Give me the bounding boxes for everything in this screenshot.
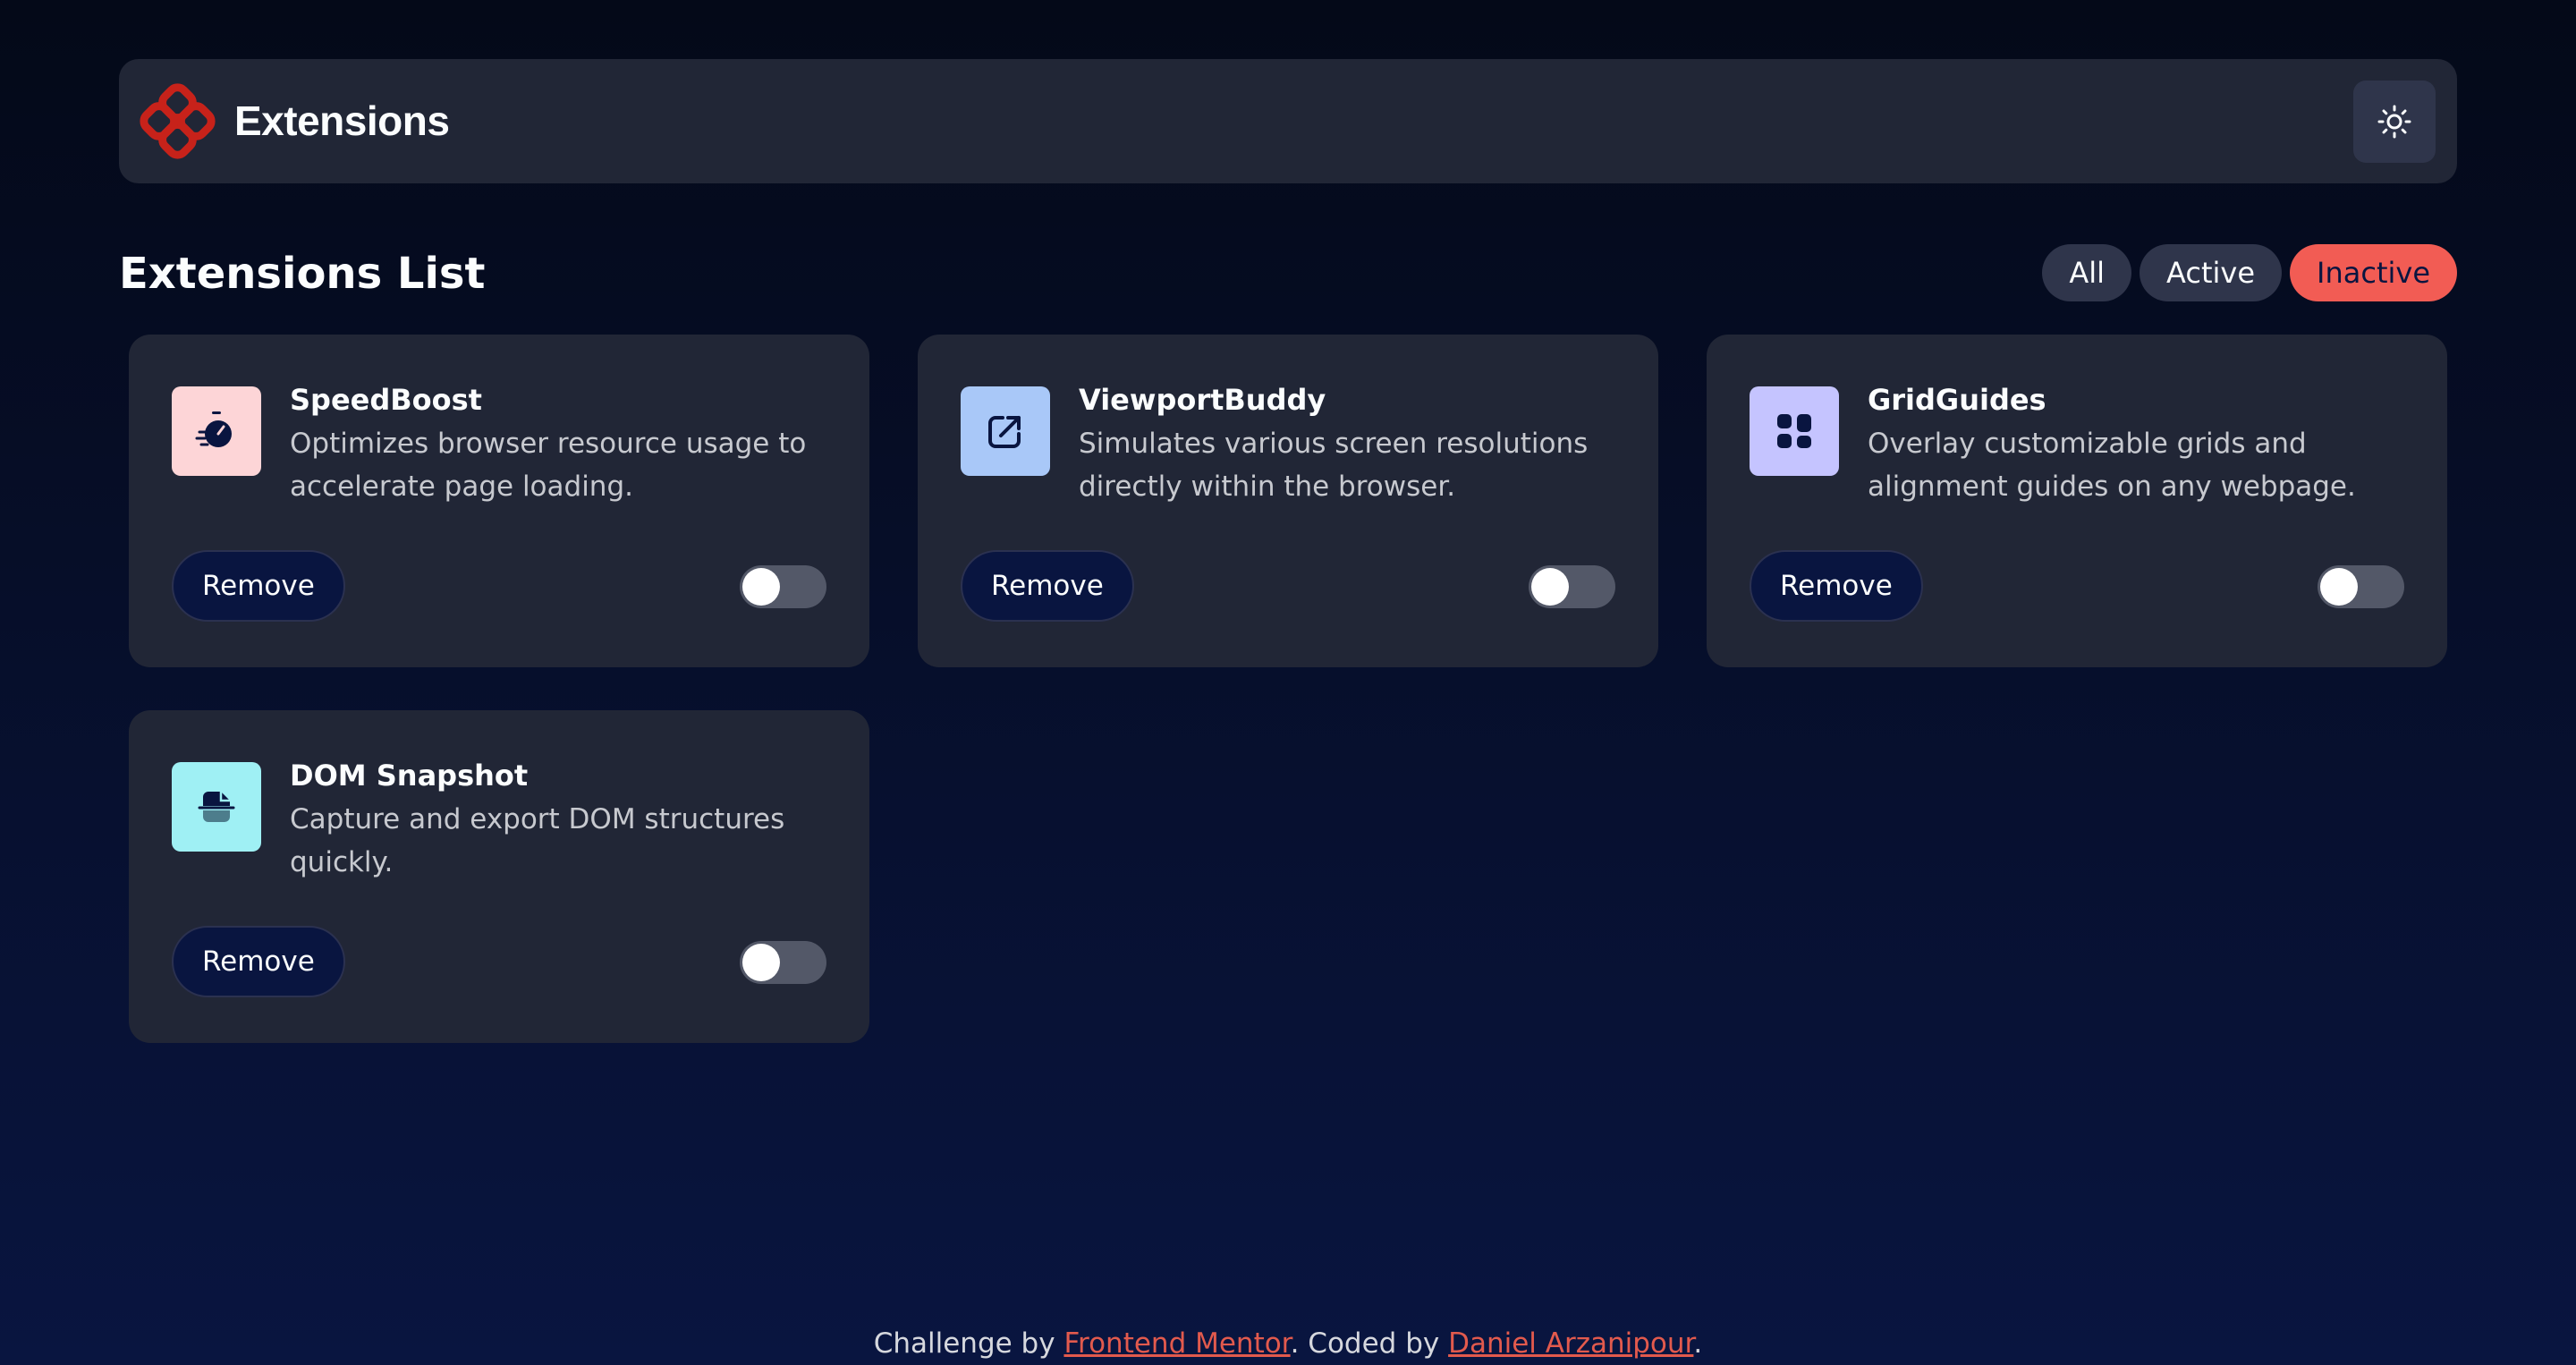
author-link[interactable]: Daniel Arzanipour <box>1448 1327 1693 1360</box>
extension-name: SpeedBoost <box>290 383 482 417</box>
grid-icon <box>1777 414 1811 448</box>
toggle-knob <box>2320 568 2358 606</box>
footer-middle: . Coded by <box>1290 1327 1449 1360</box>
external-link-icon <box>988 416 1021 448</box>
sun-icon <box>2377 105 2411 139</box>
footer-prefix: Challenge by <box>873 1327 1064 1360</box>
extension-icon-tile <box>1750 386 1839 476</box>
extension-description: Capture and export DOM structures quickl… <box>290 803 785 878</box>
document-snapshot-icon <box>198 792 235 822</box>
toggle-knob <box>742 944 780 981</box>
remove-button[interactable]: Remove <box>1750 550 1923 622</box>
logo-icon <box>140 83 216 159</box>
filter-group: All Active Inactive <box>2042 244 2457 301</box>
app-title: Extensions <box>234 98 450 144</box>
extension-card-speedboost: SpeedBoost Optimizes browser resource us… <box>129 335 869 667</box>
active-toggle[interactable] <box>2318 565 2404 608</box>
extension-description: Overlay customizable grids and alignment… <box>1868 428 2356 503</box>
extension-icon-tile <box>172 762 261 852</box>
active-toggle[interactable] <box>1529 565 1615 608</box>
filter-active-button[interactable]: Active <box>2140 244 2283 301</box>
extension-name: GridGuides <box>1868 383 2046 417</box>
extension-name: DOM Snapshot <box>290 759 529 793</box>
extension-description: Optimizes browser resource usage to acce… <box>290 428 807 503</box>
toggle-knob <box>1531 568 1569 606</box>
remove-button[interactable]: Remove <box>172 550 345 622</box>
page-title: Extensions List <box>119 249 486 299</box>
extension-description: Simulates various screen resolutions dir… <box>1079 428 1589 503</box>
extension-icon-tile <box>172 386 261 476</box>
remove-button[interactable]: Remove <box>961 550 1134 622</box>
footer-suffix: . <box>1693 1327 1703 1360</box>
toggle-knob <box>742 568 780 606</box>
extension-card-viewportbuddy: ViewportBuddy Simulates various screen r… <box>918 335 1658 667</box>
stopwatch-icon <box>195 411 232 447</box>
frontend-mentor-link[interactable]: Frontend Mentor <box>1063 1327 1290 1360</box>
top-bar: Extensions <box>119 59 2457 183</box>
remove-button[interactable]: Remove <box>172 926 345 997</box>
filter-all-button[interactable]: All <box>2042 244 2132 301</box>
extension-card-dom-snapshot: DOM Snapshot Capture and export DOM stru… <box>129 710 869 1043</box>
footer: Challenge by Frontend Mentor. Coded by D… <box>0 1322 2576 1365</box>
extension-card-gridguides: GridGuides Overlay customizable grids an… <box>1707 335 2447 667</box>
theme-toggle-button[interactable] <box>2353 81 2436 163</box>
extension-icon-tile <box>961 386 1050 476</box>
filter-inactive-button[interactable]: Inactive <box>2290 244 2457 301</box>
active-toggle[interactable] <box>740 565 826 608</box>
extension-name: ViewportBuddy <box>1079 383 1326 417</box>
active-toggle[interactable] <box>740 941 826 984</box>
